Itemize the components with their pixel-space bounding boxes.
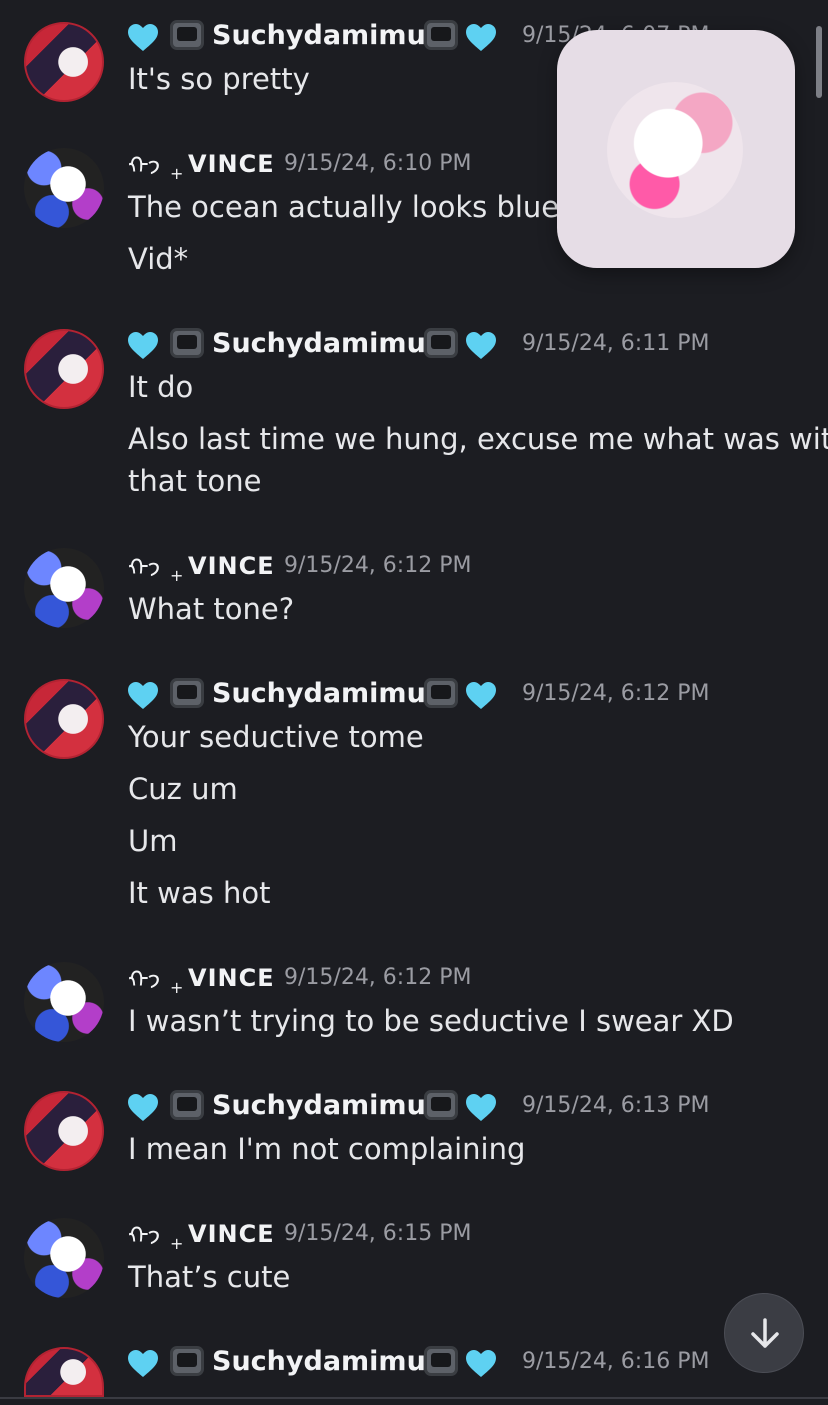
avatar-suchydamimus[interactable]	[24, 1091, 104, 1171]
jump-to-bottom-button[interactable]	[724, 1293, 804, 1373]
avatar-suchydamimus[interactable]	[24, 329, 104, 409]
username[interactable]: Suchydamimus	[212, 1340, 442, 1384]
message-text: It's so pretty	[128, 62, 310, 96]
timestamp: 9/15/24, 6:12 PM	[522, 681, 710, 706]
username[interactable]: Suchydamimus	[212, 322, 442, 366]
message-text: The ocean actually looks blue in	[128, 190, 595, 224]
plus-icon: +	[170, 566, 184, 585]
television-icon	[424, 328, 458, 358]
avatar-suchydamimus[interactable]	[24, 1347, 104, 1397]
username[interactable]: VINCE	[188, 142, 275, 186]
television-icon	[424, 678, 458, 708]
message-text: It do	[128, 370, 194, 404]
timestamp: 9/15/24, 6:10 PM	[284, 151, 472, 176]
username[interactable]: Suchydamimus	[212, 14, 442, 58]
avatar-vince[interactable]	[24, 962, 104, 1042]
username-decoration: ᡣ𐭩	[128, 1222, 161, 1250]
avatar-suchydamimus[interactable]	[24, 22, 104, 102]
blue-heart-icon	[466, 1094, 496, 1121]
television-icon	[170, 328, 204, 358]
blue-heart-icon	[128, 1350, 158, 1377]
blue-heart-icon	[466, 682, 496, 709]
blue-heart-icon	[128, 332, 158, 359]
avatar-vince[interactable]	[24, 1218, 104, 1298]
television-icon	[170, 20, 204, 50]
username-decoration: ᡣ𐭩	[128, 554, 161, 582]
television-icon	[170, 1090, 204, 1120]
message-text: that tone	[128, 464, 262, 498]
timestamp: 9/15/24, 6:15 PM	[284, 1221, 472, 1246]
timestamp: 9/15/24, 6:12 PM	[284, 553, 472, 578]
message-text: Um	[128, 824, 178, 858]
message-text: It was hot	[128, 876, 271, 910]
television-icon	[170, 678, 204, 708]
arrow-down-icon	[751, 1318, 779, 1348]
blue-heart-icon	[466, 24, 496, 51]
message-text: Cuz um	[128, 772, 238, 806]
timestamp: 9/15/24, 6:13 PM	[522, 1093, 710, 1118]
profile-popup-card[interactable]	[557, 30, 795, 268]
message-text: Vid*	[128, 242, 189, 276]
username-decoration: ᡣ𐭩	[128, 966, 161, 994]
username[interactable]: VINCE	[188, 1212, 275, 1256]
plus-icon: +	[170, 978, 184, 997]
blue-heart-icon	[466, 332, 496, 359]
television-icon	[424, 1090, 458, 1120]
username[interactable]: VINCE	[188, 956, 275, 1000]
plus-icon: +	[170, 164, 184, 183]
television-icon	[170, 1346, 204, 1376]
timestamp: 9/15/24, 6:16 PM	[522, 1349, 710, 1374]
blue-heart-icon	[128, 1094, 158, 1121]
blue-heart-icon	[128, 24, 158, 51]
avatar-vince[interactable]	[24, 148, 104, 228]
message-text: Your seductive tome	[128, 720, 424, 754]
message-text: I wasn’t trying to be seductive I swear …	[128, 1004, 734, 1038]
username-decoration: ᡣ𐭩	[128, 152, 161, 180]
message-text: I mean I'm not complaining	[128, 1132, 526, 1166]
television-icon	[424, 20, 458, 50]
timestamp: 9/15/24, 6:11 PM	[522, 331, 710, 356]
blue-heart-icon	[466, 1350, 496, 1377]
timestamp: 9/15/24, 6:12 PM	[284, 965, 472, 990]
popup-avatar-image	[607, 82, 743, 218]
plus-icon: +	[170, 1234, 184, 1253]
username[interactable]: Suchydamimus	[212, 672, 442, 716]
message-text: That’s cute	[128, 1260, 291, 1294]
scrollbar-thumb[interactable]	[816, 26, 822, 98]
avatar-vince[interactable]	[24, 548, 104, 628]
television-icon	[424, 1346, 458, 1376]
message-text: Also last time we hung, excuse me what w…	[128, 422, 828, 456]
avatar-suchydamimus[interactable]	[24, 679, 104, 759]
username[interactable]: VINCE	[188, 544, 275, 588]
bottom-divider	[0, 1397, 828, 1399]
message-text: What tone?	[128, 592, 295, 626]
username[interactable]: Suchydamimus	[212, 1084, 442, 1128]
blue-heart-icon	[128, 682, 158, 709]
